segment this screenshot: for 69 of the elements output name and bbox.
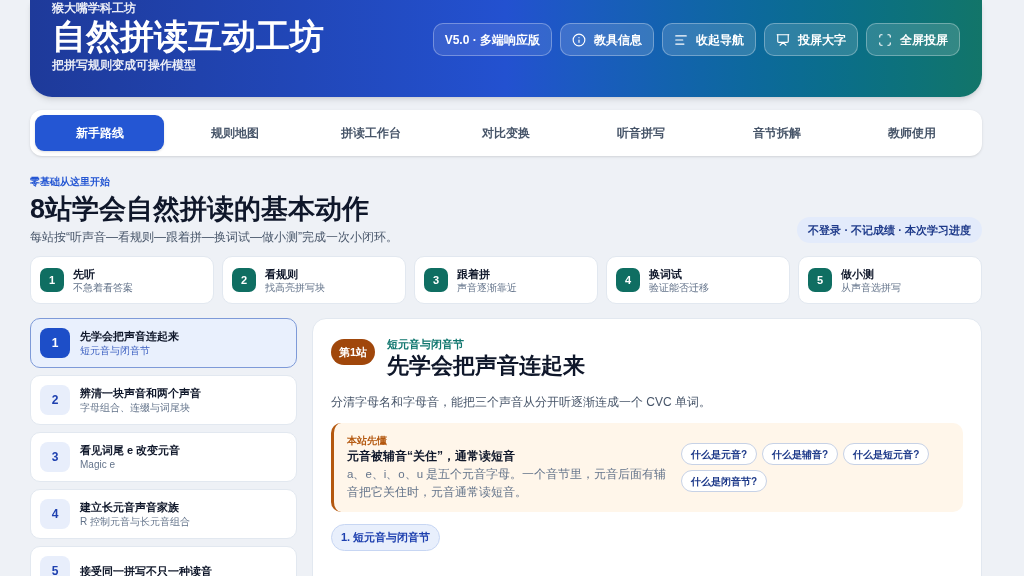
menu-icon <box>674 32 688 47</box>
section-title: 8站学会自然拼读的基本动作 <box>30 193 371 226</box>
app-title: 自然拼读互动工坊 <box>52 16 324 57</box>
station-number: 2 <box>40 385 70 415</box>
section-description: 每站按“听声音—看规则—跟着拼—换词试—做小测”完成一次小闭环。 <box>30 229 398 246</box>
step-hint: 声音逐渐靠近 <box>457 280 517 294</box>
station-item[interactable]: 3 看见词尾 e 改变元音 Magic e <box>30 432 297 482</box>
station-item[interactable]: 5 接受同一拼写不只一种读音 <box>30 546 297 576</box>
header-button[interactable]: 收起导航 <box>662 23 756 56</box>
step-hint: 从声音选拼写 <box>841 280 901 294</box>
station-number: 5 <box>40 556 70 576</box>
station-subtitle: Magic e <box>80 458 116 472</box>
station-subtitle: 短元音与闭音节 <box>80 344 151 358</box>
question-chip[interactable]: 什么是辅音? <box>762 443 839 465</box>
section-eyebrow: 零基础从这里开始 <box>30 175 111 189</box>
station-item[interactable]: 2 辨清一块声音和两个声音 字母组合、连缀与词尾块 <box>30 375 297 425</box>
nav-tab[interactable]: 对比变换 <box>441 115 571 151</box>
question-chip[interactable]: 什么是短元音? <box>843 443 930 465</box>
station-title: 先学会把声音连起来 <box>80 329 179 344</box>
header-button[interactable]: 全屏投屏 <box>866 23 960 56</box>
app-subtitle: 把拼写规则变成可操作模型 <box>52 57 197 73</box>
station-description: 分清字母名和字母音，能把三个声音从分开听逐渐连成一个 CVC 单词。 <box>331 394 712 411</box>
station-title: 建立长元音声音家族 <box>80 500 180 515</box>
station-number: 1 <box>40 328 70 358</box>
brand-name: 猴大嘴学科工坊 <box>52 1 137 15</box>
header-button[interactable]: 投屏大字 <box>764 23 858 56</box>
step-number: 5 <box>808 268 832 292</box>
section-chip: 1. 短元音与闭音节 <box>331 524 441 551</box>
nav-tab[interactable]: 新手路线 <box>35 115 165 151</box>
step-title: 做小测 <box>841 266 875 281</box>
step-title: 看规则 <box>265 266 299 281</box>
station-item[interactable]: 1 先学会把声音连起来 短元音与闭音节 <box>30 318 297 368</box>
progress-note: 不登录 · 不记成绩 · 本次学习进度 <box>797 217 982 243</box>
question-chip[interactable]: 什么是闭音节? <box>681 470 768 492</box>
step-number: 4 <box>616 268 640 292</box>
version-badge: V5.0 · 多端响应版 <box>432 23 552 56</box>
step-number: 3 <box>424 268 448 292</box>
fullscreen-icon <box>878 32 892 47</box>
station-title: 看见词尾 e 改变元音 <box>80 443 181 458</box>
step-title: 换词试 <box>649 266 683 281</box>
step-number: 1 <box>40 268 64 292</box>
step-number: 2 <box>232 268 256 292</box>
nav-tab[interactable]: 教师使用 <box>847 115 977 151</box>
callout-body: a、e、i、o、u 是五个元音字母。一个音节里，元音后面有辅音把它关住时，元音通常读短音。 <box>347 466 667 500</box>
station-subtitle: R 控制元音与长元音组合 <box>80 515 190 529</box>
station-item[interactable]: 4 建立长元音声音家族 R 控制元音与长元音组合 <box>30 489 297 539</box>
station-title: 接受同一拼写不只一种读音 <box>80 564 212 576</box>
info-icon <box>572 32 586 47</box>
projector-icon <box>776 32 790 47</box>
station-title: 先学会把声音连起来 <box>387 352 586 380</box>
nav-tab[interactable]: 拼读工作台 <box>305 115 436 151</box>
callout-heading: 元音被辅音“关住”，通常读短音 <box>347 447 516 465</box>
nav-tab[interactable]: 音节拆解 <box>712 115 842 151</box>
step-title: 先听 <box>73 266 96 281</box>
station-topic: 短元音与闭音节 <box>387 337 466 351</box>
station-badge: 第1站 <box>331 339 376 365</box>
callout-label: 本站先懂 <box>347 434 388 447</box>
step-hint: 验证能否迁移 <box>649 280 709 294</box>
question-chip[interactable]: 什么是元音? <box>681 443 758 465</box>
step-hint: 找高亮拼写块 <box>265 280 325 294</box>
step-hint: 不急着看答案 <box>73 280 133 294</box>
station-subtitle: 字母组合、连缀与词尾块 <box>80 401 191 415</box>
station-number: 3 <box>40 442 70 472</box>
nav-tab[interactable]: 听音拼写 <box>576 115 707 151</box>
nav-tab[interactable]: 规则地图 <box>170 115 300 151</box>
step-title: 跟着拼 <box>457 266 491 281</box>
station-number: 4 <box>40 499 70 529</box>
station-title: 辨清一块声音和两个声音 <box>80 386 201 401</box>
header-button[interactable]: 教具信息 <box>560 23 654 56</box>
